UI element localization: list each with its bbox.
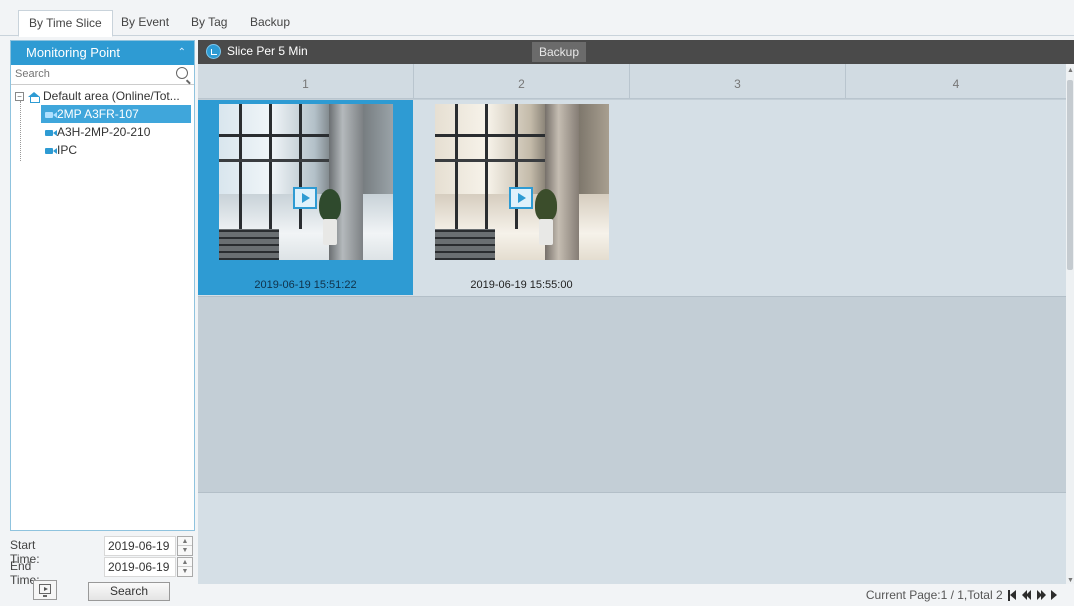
- tree-device-label: 2MP A3FR-107: [57, 107, 139, 121]
- end-time-field[interactable]: 2019-06-19: [104, 557, 176, 577]
- pagination: Current Page:1 / 1,Total 2: [866, 588, 1060, 602]
- device-search-input[interactable]: [11, 65, 161, 83]
- camera-icon: [45, 111, 57, 118]
- camera-icon: [45, 147, 57, 154]
- spin-down-icon[interactable]: ▼: [178, 546, 192, 555]
- tree-root-default-area[interactable]: − Default area (Online/Tot...: [11, 87, 194, 105]
- next-page-icon[interactable]: [1036, 590, 1046, 601]
- tab-by-tag[interactable]: By Tag: [181, 10, 237, 36]
- tab-bar: By Time Slice By Event By Tag Backup: [0, 0, 1074, 37]
- pagination-status: Current Page:1 / 1,Total 2: [865, 588, 1003, 602]
- tree-device-ipc[interactable]: IPC: [11, 141, 194, 159]
- monitoring-point-panel: Monitoring Point ⌃ − Default area (Online…: [10, 40, 195, 531]
- play-icon[interactable]: [509, 187, 533, 209]
- first-page-icon[interactable]: [1007, 590, 1017, 602]
- search-icon[interactable]: [176, 67, 188, 79]
- device-search-row: [11, 65, 194, 85]
- scroll-up-icon[interactable]: ▲: [1067, 67, 1074, 74]
- tree-root-label: Default area (Online/Tot...: [43, 89, 180, 103]
- slice-toolbar: Slice Per 5 Min Backup: [198, 40, 1074, 64]
- tab-backup[interactable]: Backup: [240, 10, 300, 36]
- grid-scrollbar[interactable]: ▲ ▼: [1066, 67, 1074, 584]
- monitor-play-icon: [39, 584, 51, 594]
- spin-up-icon[interactable]: ▲: [178, 537, 192, 546]
- tree-device-a3h-2mp-20-210[interactable]: A3H-2MP-20-210: [11, 123, 194, 141]
- tree-device-2mp-a3fr-107[interactable]: 2MP A3FR-107: [41, 105, 191, 123]
- video-thumbnail[interactable]: [435, 104, 609, 260]
- camera-icon: [45, 129, 57, 136]
- grid-row: [198, 492, 1066, 584]
- chevron-up-icon[interactable]: ⌃: [178, 41, 186, 65]
- grid-header: 1 2 3 4: [198, 64, 1066, 99]
- scrollbar-thumb[interactable]: [1067, 80, 1073, 270]
- toolbar-backup-button[interactable]: Backup: [532, 42, 586, 62]
- grid-column-header: 2: [414, 64, 630, 99]
- video-thumbnail[interactable]: [219, 104, 393, 260]
- spin-up-icon[interactable]: ▲: [178, 558, 192, 567]
- time-slice-thumbnail[interactable]: 2019-06-19 15:51:22: [198, 100, 413, 295]
- grid-column-header: 4: [952, 77, 960, 91]
- grid-column-header: 3: [630, 64, 846, 99]
- search-button[interactable]: Search: [88, 582, 170, 601]
- grid-row: [198, 296, 1066, 492]
- start-time-field[interactable]: 2019-06-19: [104, 536, 176, 556]
- monitoring-point-title: Monitoring Point: [26, 45, 120, 60]
- previous-page-icon[interactable]: [1022, 590, 1032, 601]
- tree-device-label: A3H-2MP-20-210: [57, 125, 151, 139]
- grid-column-header: 1: [198, 64, 414, 99]
- home-icon: [28, 91, 40, 103]
- monitoring-point-header[interactable]: Monitoring Point ⌃: [11, 41, 194, 65]
- time-slice-thumbnail[interactable]: 2019-06-19 15:55:00: [414, 100, 629, 295]
- play-icon[interactable]: [293, 187, 317, 209]
- tab-by-time-slice[interactable]: By Time Slice: [18, 10, 113, 37]
- device-tree: − Default area (Online/Tot... 2MP A3FR-10…: [11, 85, 194, 161]
- tree-device-label: IPC: [57, 143, 78, 157]
- time-slice-grid: 1 2 3 4 2019-06-19 15:51:22 2019-06-19 1…: [198, 64, 1066, 584]
- thumbnail-timestamp: 2019-06-19 15:51:22: [254, 279, 357, 291]
- spin-down-icon[interactable]: ▼: [178, 567, 192, 576]
- thumbnail-timestamp: 2019-06-19 15:55:00: [470, 279, 573, 291]
- end-time-spinner[interactable]: ▲ ▼: [177, 557, 193, 577]
- slice-back-icon[interactable]: [206, 44, 221, 59]
- scroll-down-icon[interactable]: ▼: [1067, 577, 1074, 584]
- tab-by-event[interactable]: By Event: [111, 10, 179, 36]
- last-page-icon[interactable]: [1051, 590, 1060, 601]
- play-selected-button[interactable]: [33, 580, 57, 600]
- start-time-spinner[interactable]: ▲ ▼: [177, 536, 193, 556]
- slice-interval-label[interactable]: Slice Per 5 Min: [227, 44, 308, 58]
- collapse-icon[interactable]: −: [15, 92, 24, 102]
